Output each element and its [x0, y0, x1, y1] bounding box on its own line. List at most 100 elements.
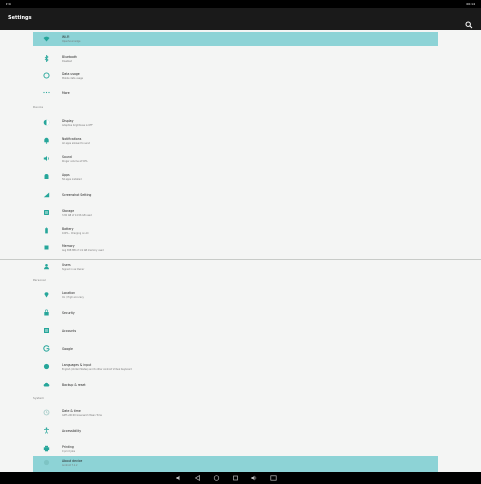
- home-icon[interactable]: [213, 475, 220, 481]
- screenshot-icon: [43, 192, 50, 198]
- setting-apps[interactable]: Apps 56 apps installed: [33, 170, 438, 184]
- setting-data-usage[interactable]: Data usage Mobile data usage: [33, 69, 438, 83]
- setting-title: Google: [62, 347, 73, 351]
- setting-bluetooth[interactable]: Bluetooth Disabled: [33, 52, 438, 66]
- location-icon: [44, 292, 49, 298]
- setting-subtitle: All apps allowed to send: [62, 141, 90, 145]
- setting-subtitle: OpenSourcedge: [62, 39, 81, 43]
- setting-title: Accessibility: [62, 429, 82, 433]
- setting-title: Date & time: [62, 409, 81, 413]
- volume-down-icon[interactable]: [176, 475, 183, 481]
- setting-subtitle: Adaptive brightness is OFF: [62, 123, 93, 127]
- setting-backup[interactable]: Backup & reset: [33, 378, 438, 392]
- print-icon: [43, 445, 50, 452]
- setting-about[interactable]: About device Android 7.1.2: [33, 456, 438, 472]
- battery-icon: [45, 227, 48, 234]
- setting-subtitle: Mobile data usage: [62, 76, 84, 80]
- sound-icon: [43, 156, 49, 161]
- setting-google[interactable]: Google: [33, 342, 438, 356]
- storage-icon: [44, 210, 49, 215]
- setting-subtitle: 0 print jobs: [62, 449, 76, 453]
- setting-subtitle: GMT+00:00 Greenwich Mean Time: [62, 413, 102, 417]
- more-icon: [43, 91, 50, 94]
- setting-title: Printing: [62, 445, 74, 449]
- setting-storage[interactable]: Storage 3.82 GB of 14.56 GB used: [33, 206, 438, 220]
- setting-subtitle: 56 apps installed: [62, 177, 82, 181]
- setting-title: Display: [62, 119, 74, 123]
- setting-subtitle: On / High accuracy: [62, 295, 84, 299]
- bluetooth-icon: [44, 55, 49, 62]
- setting-title: Battery: [62, 227, 74, 231]
- accessibility-icon: [44, 427, 49, 434]
- display-icon: [43, 119, 50, 126]
- setting-notifications[interactable]: Notifications All apps allowed to send: [33, 134, 438, 148]
- memory-icon: [44, 245, 49, 250]
- setting-subtitle: Disabled: [62, 59, 72, 63]
- setting-subtitle: Signed in as Owner: [62, 267, 85, 271]
- status-bar: ▾ ⧉ 00:14: [0, 0, 481, 8]
- setting-subtitle: Ringer volume at 50%: [62, 159, 88, 163]
- setting-subtitle: 3.82 GB of 14.56 GB used: [62, 213, 92, 217]
- setting-title: Bluetooth: [62, 55, 78, 59]
- setting-battery[interactable]: Battery 100% - Charging on AC: [33, 224, 438, 238]
- setting-subtitle: 100% - Charging on AC: [62, 231, 89, 235]
- setting-sound[interactable]: Sound Ringer volume at 50%: [33, 152, 438, 166]
- data-usage-icon: [43, 72, 50, 79]
- setting-subtitle: Avg 658 MB of 1.9 GB memory used: [62, 248, 104, 252]
- setting-more[interactable]: More: [33, 86, 438, 100]
- setting-languages[interactable]: Languages & input English (United States)…: [33, 360, 438, 374]
- setting-security[interactable]: Security: [33, 306, 438, 320]
- setting-title: Memory: [62, 244, 75, 248]
- setting-subtitle: Android 7.1.2: [62, 463, 78, 467]
- setting-title: Accounts: [62, 329, 77, 333]
- setting-title: About device: [62, 459, 83, 463]
- clock-icon: [43, 409, 50, 416]
- setting-title: More: [62, 91, 70, 95]
- setting-accounts[interactable]: Accounts: [33, 324, 438, 338]
- volume-up-icon[interactable]: [251, 475, 258, 481]
- navigation-bar: [0, 472, 481, 484]
- accounts-icon: [44, 328, 49, 333]
- setting-title: Sound: [62, 155, 72, 159]
- setting-date-time[interactable]: Date & time GMT+00:00 Greenwich Mean Time: [33, 406, 438, 420]
- notifications-icon: [44, 137, 49, 144]
- setting-accessibility[interactable]: Accessibility: [33, 424, 438, 438]
- page-title: Settings: [8, 15, 32, 21]
- setting-memory[interactable]: Memory Avg 658 MB of 1.9 GB memory used: [33, 241, 438, 255]
- section-header-device: Device: [33, 105, 44, 109]
- status-clock: 00:14: [466, 2, 475, 6]
- setting-title: Screenshot Setting: [62, 193, 92, 197]
- setting-title: Apps: [62, 173, 70, 177]
- status-icons: ▾ ⧉: [6, 2, 11, 6]
- app-bar: Settings: [0, 8, 481, 30]
- setting-title: Backup & reset: [62, 383, 86, 387]
- setting-title: Location: [62, 291, 76, 295]
- back-icon[interactable]: [194, 475, 201, 481]
- section-header-personal: Personal: [33, 278, 46, 282]
- setting-title: Wi-Fi: [62, 35, 70, 39]
- google-icon: [43, 345, 50, 352]
- android-icon: [44, 174, 49, 179]
- setting-title: Languages & input: [62, 363, 92, 367]
- screenshot-icon[interactable]: [270, 475, 277, 481]
- info-icon: [43, 459, 50, 466]
- setting-wifi[interactable]: Wi-Fi OpenSourcedge: [33, 32, 438, 46]
- setting-subtitle: English (United States) and 6 other Andr…: [62, 367, 132, 371]
- user-icon: [44, 264, 49, 270]
- setting-title: Notifications: [62, 137, 82, 141]
- search-icon[interactable]: [465, 14, 473, 29]
- setting-users[interactable]: Users Signed in as Owner: [33, 260, 438, 274]
- globe-icon: [43, 363, 50, 370]
- setting-display[interactable]: Display Adaptive brightness is OFF: [33, 116, 438, 130]
- setting-title: Storage: [62, 209, 75, 213]
- setting-title: Users: [62, 263, 71, 267]
- cloud-icon: [43, 382, 50, 387]
- wifi-icon: [43, 36, 50, 42]
- setting-screenshot[interactable]: Screenshot Setting: [33, 188, 438, 202]
- setting-printing[interactable]: Printing 0 print jobs: [33, 442, 438, 456]
- setting-title: Data usage: [62, 72, 80, 76]
- settings-list: Wi-Fi OpenSourcedge Bluetooth Disabled Dat…: [0, 30, 481, 472]
- recents-icon[interactable]: [232, 475, 239, 481]
- setting-location[interactable]: Location On / High accuracy: [33, 288, 438, 302]
- lock-icon: [44, 309, 49, 316]
